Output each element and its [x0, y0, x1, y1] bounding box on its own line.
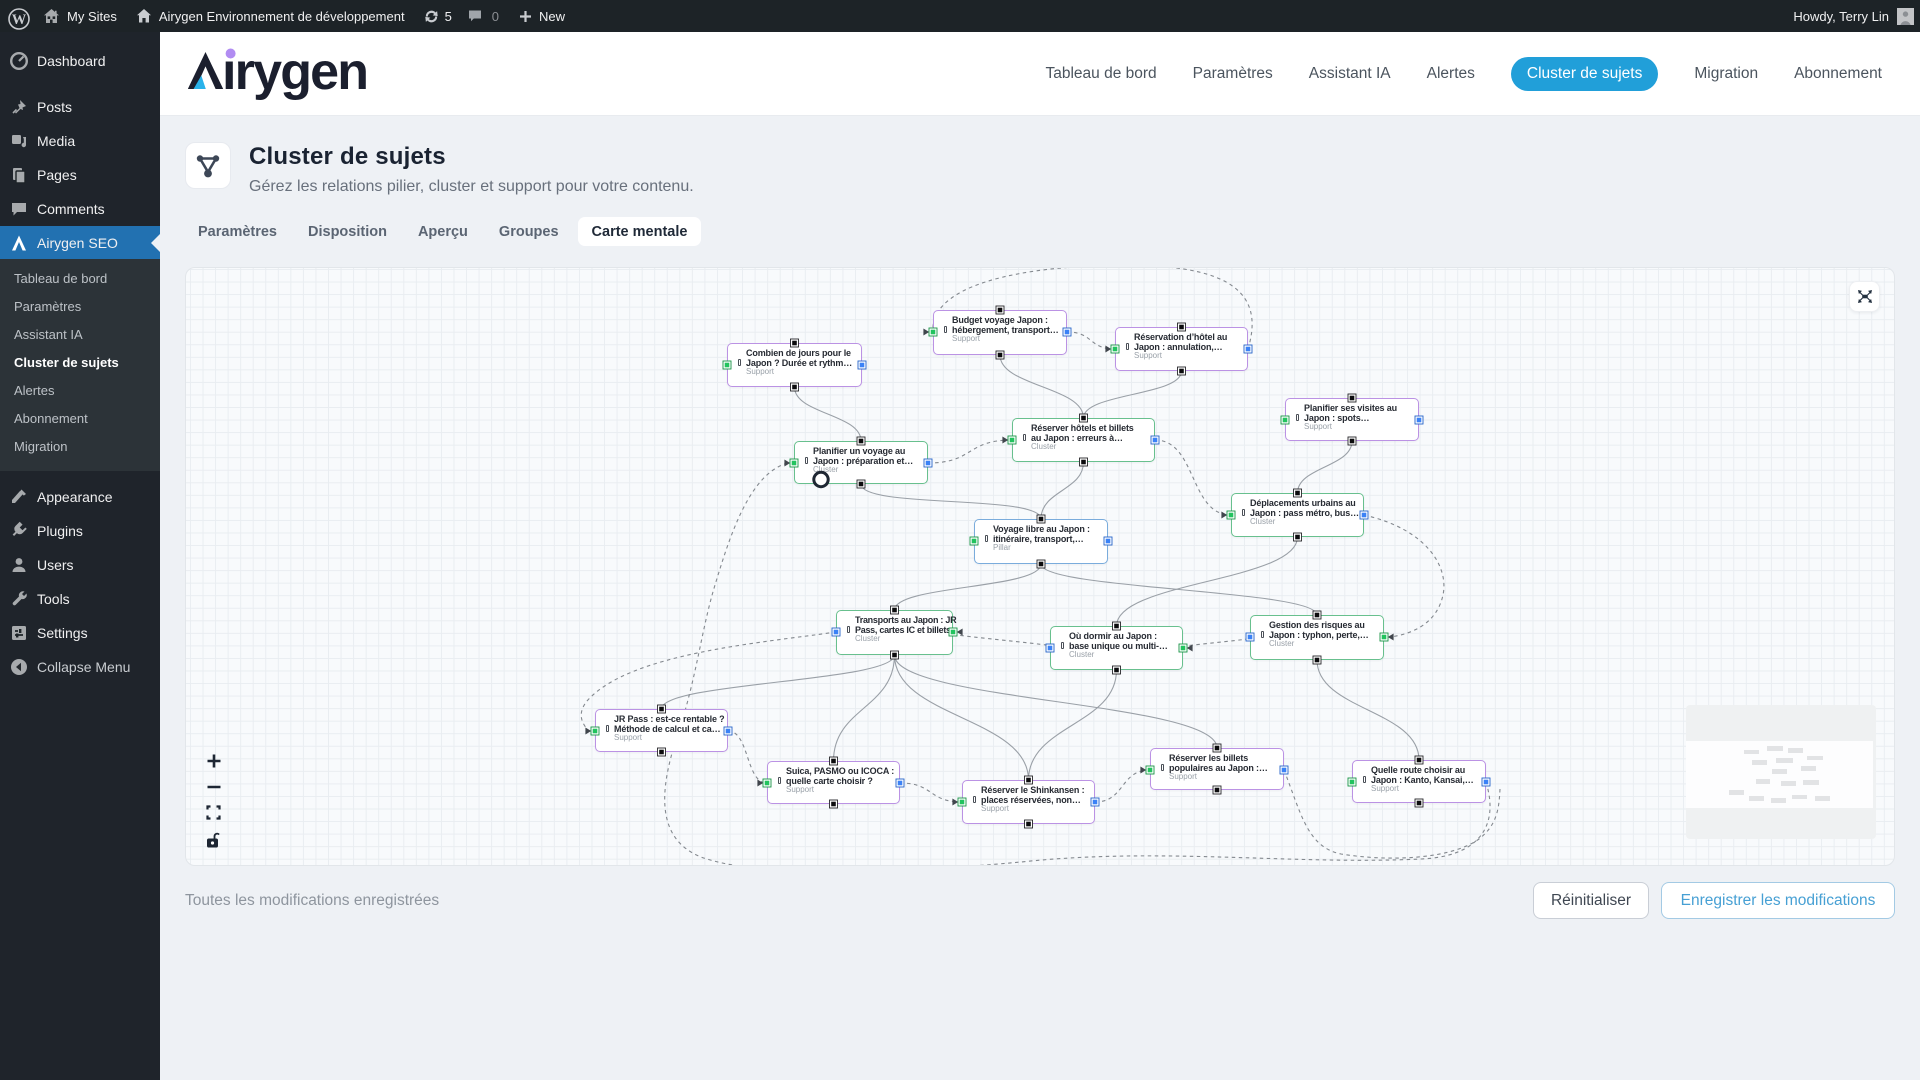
- svg-text:W: W: [12, 11, 27, 27]
- svg-text:ırygen: ırygen: [222, 43, 367, 101]
